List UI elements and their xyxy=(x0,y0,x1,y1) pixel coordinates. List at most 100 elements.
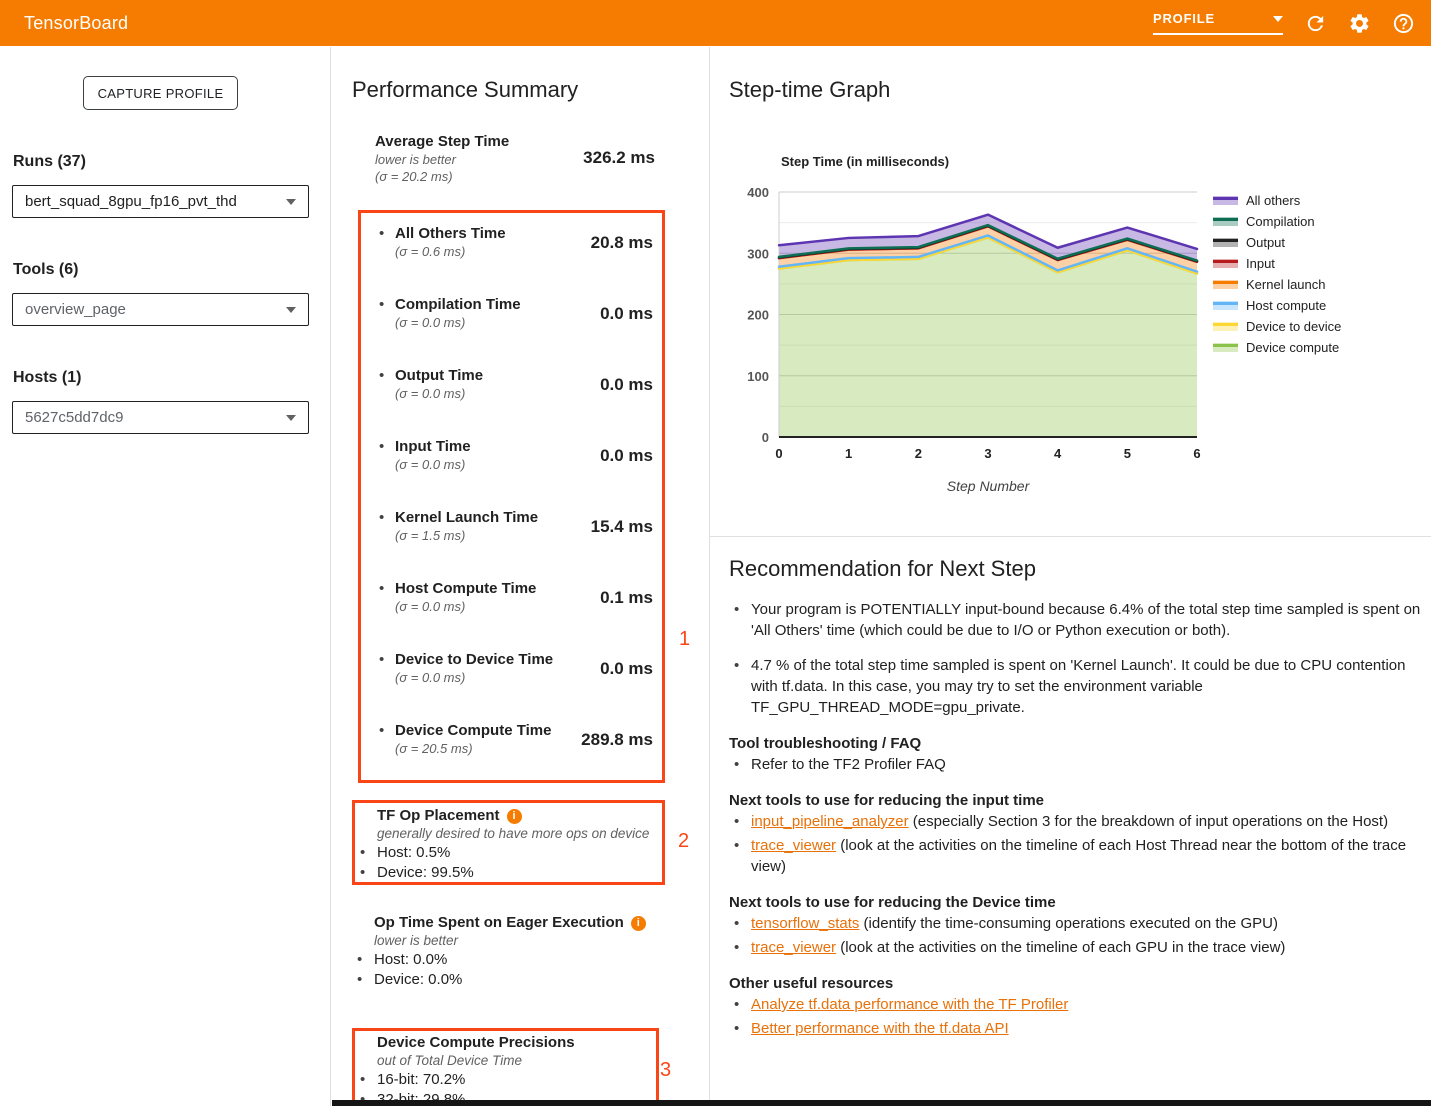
legend-item: All others xyxy=(1213,190,1341,211)
step-time-chart[interactable]: 01002003004000123456 xyxy=(731,185,1211,470)
metric-name: Output Time xyxy=(395,367,483,384)
chart-x-axis-title: Step Number xyxy=(779,478,1197,494)
legend-swatch-icon xyxy=(1213,259,1238,268)
hosts-select[interactable]: 5627c5dd7dc9 xyxy=(12,401,309,434)
chevron-down-icon xyxy=(286,199,296,205)
list-item: Device: 0.0% xyxy=(352,971,665,988)
annotation-number-3: 3 xyxy=(660,1059,671,1082)
runs-select[interactable]: bert_squad_8gpu_fp16_pvt_thd xyxy=(12,185,309,218)
svg-text:0: 0 xyxy=(762,430,769,445)
help-icon[interactable] xyxy=(1392,12,1415,35)
metric-row: Output Time (σ = 0.0 ms) 0.0 ms xyxy=(361,355,662,426)
chevron-down-icon xyxy=(1273,16,1283,22)
recommendation-title: Recommendation for Next Step xyxy=(729,556,1426,582)
annotation-box-3: Device Compute Precisions out of Total D… xyxy=(352,1028,659,1103)
svg-text:100: 100 xyxy=(747,369,769,384)
sidebar: CAPTURE PROFILE Runs (37) bert_squad_8gp… xyxy=(0,47,331,1106)
list-item: 16-bit: 70.2% xyxy=(355,1071,656,1088)
eager-title: Op Time Spent on Eager Execution xyxy=(352,914,665,931)
tfdata-profiler-link[interactable]: Analyze tf.data performance with the TF … xyxy=(751,996,1068,1013)
legend-label: Host compute xyxy=(1246,298,1326,313)
svg-text:200: 200 xyxy=(747,308,769,323)
trace-viewer-link[interactable]: trace_viewer xyxy=(751,837,836,854)
dashboard-select[interactable]: PROFILE xyxy=(1153,11,1283,35)
legend-label: Device compute xyxy=(1246,340,1339,355)
metric-row: Device Compute Time (σ = 20.5 ms) 289.8 … xyxy=(361,710,662,781)
svg-text:300: 300 xyxy=(747,246,769,261)
annotation-number-2: 2 xyxy=(678,830,689,853)
runs-select-value: bert_squad_8gpu_fp16_pvt_thd xyxy=(25,193,237,210)
svg-text:5: 5 xyxy=(1124,446,1131,461)
metric-name: Device to Device Time xyxy=(395,651,553,668)
metric-value: 289.8 ms xyxy=(581,730,653,750)
precisions-title: Device Compute Precisions xyxy=(355,1034,656,1051)
metric-row: Host Compute Time (σ = 0.0 ms) 0.1 ms xyxy=(361,568,662,639)
list-item: input_pipeline_analyzer (especially Sect… xyxy=(729,811,1426,832)
svg-text:0: 0 xyxy=(775,446,782,461)
capture-profile-button[interactable]: CAPTURE PROFILE xyxy=(83,76,238,110)
tf-op-placement-hint: generally desired to have more ops on de… xyxy=(355,826,662,841)
step-time-graph-section: Step-time Graph Step Time (in millisecon… xyxy=(710,47,1431,537)
hosts-select-value: 5627c5dd7dc9 xyxy=(25,409,123,426)
list-item-text: (look at the activities on the timeline … xyxy=(836,939,1285,956)
refresh-icon[interactable] xyxy=(1304,12,1327,35)
tensorflow-stats-link[interactable]: tensorflow_stats xyxy=(751,915,859,932)
eager-hint: lower is better xyxy=(352,933,665,948)
metric-value: 0.0 ms xyxy=(600,375,653,395)
tools-select-value: overview_page xyxy=(25,301,126,318)
legend-label: Kernel launch xyxy=(1246,277,1326,292)
section-heading: Next tools to use for reducing the Devic… xyxy=(729,894,1426,911)
info-icon[interactable] xyxy=(507,809,522,824)
gear-icon[interactable] xyxy=(1348,12,1371,35)
legend-item: Input xyxy=(1213,253,1341,274)
recommendation-bullet: Your program is POTENTIALLY input-bound … xyxy=(729,599,1426,641)
header-controls: PROFILE xyxy=(1153,11,1415,35)
metric-value: 0.0 ms xyxy=(600,304,653,324)
svg-text:400: 400 xyxy=(747,185,769,200)
average-step-time-row: Average Step Time lower is better (σ = 2… xyxy=(375,133,655,184)
chart-axis-title: Step Time (in milliseconds) xyxy=(781,154,949,169)
legend-swatch-icon xyxy=(1213,238,1238,247)
section-heading: Other useful resources xyxy=(729,975,1426,992)
dashboard-select-value: PROFILE xyxy=(1153,11,1215,26)
svg-text:6: 6 xyxy=(1193,446,1200,461)
legend-label: Compilation xyxy=(1246,214,1315,229)
annotation-box-2: TF Op Placement generally desired to hav… xyxy=(352,800,665,885)
right-panel: Step-time Graph Step Time (in millisecon… xyxy=(709,47,1431,1106)
app-title: TensorBoard xyxy=(24,13,128,34)
section-heading: Tool troubleshooting / FAQ xyxy=(729,735,1426,752)
recommendation-section: Recommendation for Next Step Your progra… xyxy=(729,556,1426,1042)
list-item: trace_viewer (look at the activities on … xyxy=(729,835,1426,877)
trace-viewer-link[interactable]: trace_viewer xyxy=(751,939,836,956)
list-item: Host: 0.0% xyxy=(352,951,665,968)
metric-row: Input Time (σ = 0.0 ms) 0.0 ms xyxy=(361,426,662,497)
metric-name: Input Time xyxy=(395,438,471,455)
legend-item: Host compute xyxy=(1213,295,1341,316)
list-item: Analyze tf.data performance with the TF … xyxy=(729,994,1426,1015)
metric-name: Host Compute Time xyxy=(395,580,536,597)
performance-summary-title: Performance Summary xyxy=(352,77,578,103)
metric-value: 0.1 ms xyxy=(600,588,653,608)
hosts-label: Hosts (1) xyxy=(13,369,81,387)
legend-swatch-icon xyxy=(1213,343,1238,352)
list-item: trace_viewer (look at the activities on … xyxy=(729,937,1426,958)
metric-row: Compilation Time (σ = 0.0 ms) 0.0 ms xyxy=(361,284,662,355)
list-item-text: Refer to the TF2 Profiler FAQ xyxy=(751,756,946,773)
metric-row: Device to Device Time (σ = 0.0 ms) 0.0 m… xyxy=(361,639,662,710)
legend-swatch-icon xyxy=(1213,217,1238,226)
tfdata-api-link[interactable]: Better performance with the tf.data API xyxy=(751,1020,1009,1037)
precisions-hint: out of Total Device Time xyxy=(355,1053,656,1068)
metric-name: Kernel Launch Time xyxy=(395,509,538,526)
metric-value: 0.0 ms xyxy=(600,446,653,466)
info-icon[interactable] xyxy=(631,916,646,931)
tools-select[interactable]: overview_page xyxy=(12,293,309,326)
chevron-down-icon xyxy=(286,415,296,421)
legend-item: Device compute xyxy=(1213,337,1341,358)
legend-swatch-icon xyxy=(1213,301,1238,310)
legend-label: Input xyxy=(1246,256,1275,271)
legend-label: All others xyxy=(1246,193,1300,208)
input-pipeline-analyzer-link[interactable]: input_pipeline_analyzer xyxy=(751,813,909,830)
eager-execution-section: Op Time Spent on Eager Execution lower i… xyxy=(352,914,665,988)
metric-name: Device Compute Time xyxy=(395,722,551,739)
app-header: TensorBoard PROFILE xyxy=(0,0,1431,46)
